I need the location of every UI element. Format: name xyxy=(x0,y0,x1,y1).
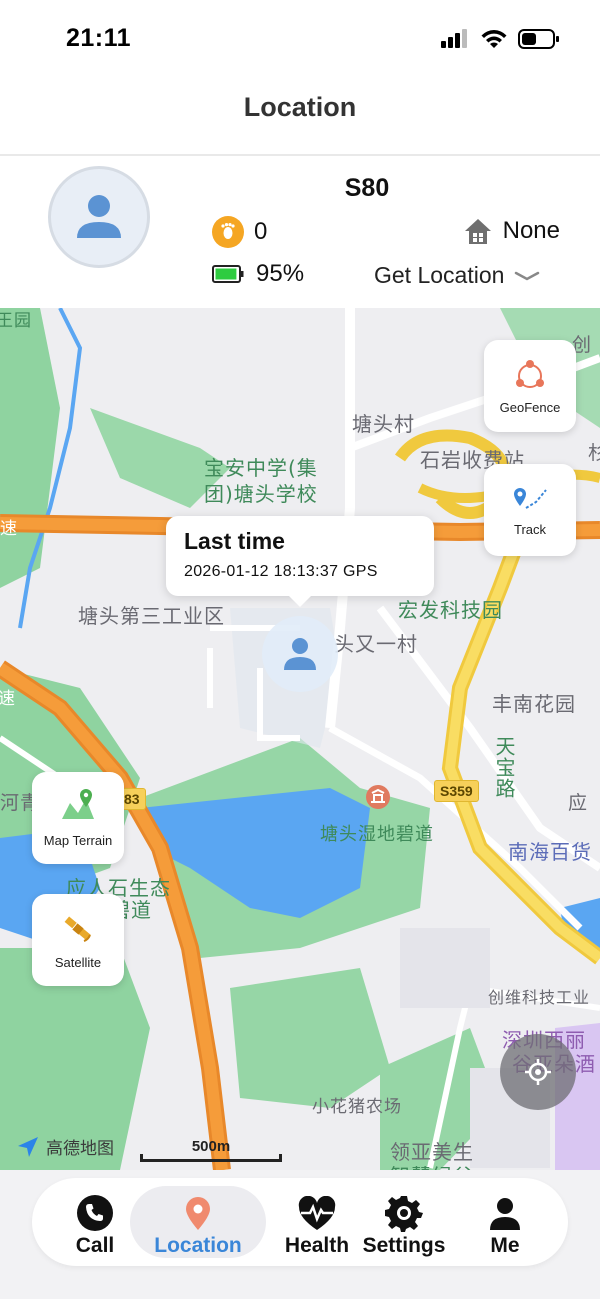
map-label: 塘头村 xyxy=(352,412,415,436)
map-label: 头又一村 xyxy=(334,632,418,656)
status-bar: 21:11 xyxy=(0,0,600,80)
gear-icon xyxy=(385,1196,423,1232)
map-terrain-icon xyxy=(62,788,94,819)
status-time: 21:11 xyxy=(66,24,132,52)
satellite-label: Satellite xyxy=(54,954,102,970)
last-location-callout[interactable]: Last time 2026-01-12 18:13:37 GPS xyxy=(166,516,434,607)
crosshair-icon xyxy=(525,1059,551,1085)
person-icon xyxy=(284,638,316,670)
device-avatar[interactable] xyxy=(48,166,150,268)
tab-health-label: Health xyxy=(284,1234,350,1257)
person-icon xyxy=(490,1198,520,1230)
map-label: 杉 xyxy=(588,442,600,464)
map-terrain-button[interactable]: Map Terrain xyxy=(32,772,124,864)
road-badge: S359 xyxy=(434,780,479,802)
map-label: 天宝路 xyxy=(492,736,516,799)
phone-icon xyxy=(77,1195,113,1231)
map-label: 丰南花园 xyxy=(492,692,576,716)
battery-row: 95% xyxy=(212,260,304,288)
tab-me-label: Me xyxy=(490,1234,520,1257)
home-icon xyxy=(464,219,491,244)
device-panel: S80 0 None 95% Get Location xyxy=(0,158,600,308)
tab-bar: Call Location Health Settings Me xyxy=(0,1170,600,1299)
map-label: 速 xyxy=(0,689,16,709)
callout-timestamp: 2026-01-12 18:13:37 GPS xyxy=(184,563,378,580)
track-icon xyxy=(514,487,547,509)
map-label: 智慧绿谷 xyxy=(390,1160,474,1170)
tab-call-label: Call xyxy=(75,1234,115,1257)
geofence-button[interactable]: GeoFence xyxy=(484,340,576,432)
location-pin-icon xyxy=(186,1197,210,1230)
map-label: 速 xyxy=(0,519,18,539)
map-brand-text: 高德地图 xyxy=(46,1139,114,1159)
device-location-marker[interactable] xyxy=(262,616,338,692)
tab-settings-label: Settings xyxy=(362,1234,446,1257)
nav-header: Location xyxy=(0,80,600,156)
battery-value: 95% xyxy=(256,260,305,287)
map-label: 塘头第三工业区 xyxy=(78,604,225,628)
map-scale-text: 500m xyxy=(191,1138,231,1155)
map-label: 应 xyxy=(568,792,589,814)
status-icons xyxy=(440,28,560,50)
map-scale: 500m xyxy=(140,1138,282,1162)
geofence-status-value: None xyxy=(502,217,560,244)
chevron-down-icon xyxy=(515,271,540,280)
wifi-icon xyxy=(481,30,507,48)
map-label: 宏发科技园 xyxy=(398,598,503,622)
map-label: 团)塘头学校 xyxy=(204,482,318,506)
poi-landmark-icon xyxy=(366,785,390,809)
steps-value: 0 xyxy=(254,218,268,245)
callout-title: Last time xyxy=(184,528,285,554)
map-view[interactable]: 王园 创 塘头村 宝安中学(集 团)塘头学校 石岩收费站 杉 速 塘头第三工业区… xyxy=(0,308,600,1170)
geofence-status-row: None xyxy=(463,216,560,246)
tab-location-label: Location xyxy=(154,1234,242,1257)
track-label: Track xyxy=(513,521,547,537)
cellular-signal-icon xyxy=(441,29,467,48)
battery-level-icon xyxy=(212,265,244,283)
page-title: Location xyxy=(243,92,357,122)
tab-me[interactable]: Me xyxy=(460,1186,550,1258)
map-label: 塘头湿地碧道 xyxy=(320,824,434,845)
satellite-icon xyxy=(64,915,91,942)
tab-call[interactable]: Call xyxy=(50,1186,140,1258)
geofence-icon xyxy=(516,359,544,388)
map-label: 王园 xyxy=(0,311,32,331)
track-button[interactable]: Track xyxy=(484,464,576,556)
map-scale-bar xyxy=(140,1154,282,1162)
tab-settings[interactable]: Settings xyxy=(354,1186,454,1258)
map-brand: 高德地图 xyxy=(16,1134,114,1159)
battery-status-icon xyxy=(518,29,559,49)
get-location-label: Get Location xyxy=(374,262,505,288)
tab-bar-inner: Call Location Health Settings Me xyxy=(32,1178,568,1266)
satellite-button[interactable]: Satellite xyxy=(32,894,124,986)
steps-row: 0 xyxy=(212,216,267,248)
tab-location[interactable]: Location xyxy=(130,1186,266,1258)
locate-me-button[interactable] xyxy=(500,1034,576,1110)
map-label: 宝安中学(集 xyxy=(204,456,318,480)
heart-pulse-icon xyxy=(298,1196,336,1230)
geofence-label: GeoFence xyxy=(499,399,561,415)
map-terrain-label: Map Terrain xyxy=(43,832,113,848)
navigation-arrow-icon xyxy=(18,1136,38,1157)
map-label: 小花猪农场 xyxy=(312,1097,402,1117)
map-label: 南海百货 xyxy=(508,840,592,864)
person-avatar-icon xyxy=(77,195,121,238)
map-label: 创维科技工业 xyxy=(488,988,591,1007)
get-location-button[interactable]: Get Location xyxy=(374,262,540,289)
device-name: S80 xyxy=(344,174,390,202)
footprint-icon xyxy=(212,216,244,248)
